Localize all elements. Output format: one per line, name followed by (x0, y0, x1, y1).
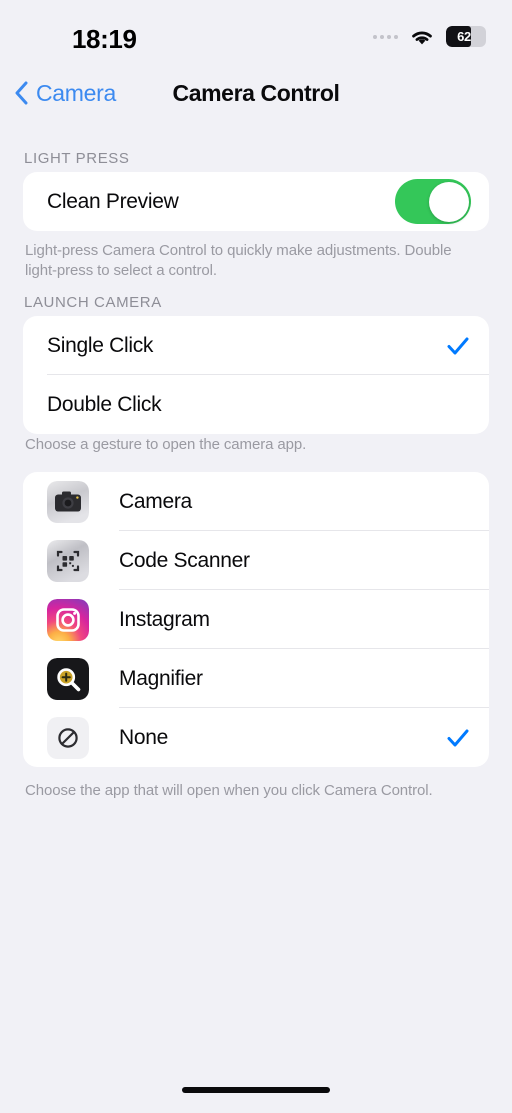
light-press-footnote: Light-press Camera Control to quickly ma… (25, 242, 452, 280)
none-prohibition-icon (47, 716, 89, 759)
code-scanner-app-label: Code Scanner (119, 548, 250, 572)
page-title: Camera Control (172, 79, 340, 106)
row-app-code-scanner[interactable]: Code Scanner (23, 531, 489, 590)
wifi-icon (409, 27, 435, 47)
camera-control-settings-screen: 18:19 62 Camera Camera Control LIGHT PRE… (0, 0, 512, 1113)
instagram-app-icon (47, 598, 89, 641)
camera-app-label: Camera (119, 489, 192, 513)
row-single-click[interactable]: Single Click (23, 316, 489, 375)
clean-preview-toggle[interactable] (395, 179, 471, 224)
row-app-none[interactable]: None (23, 708, 489, 767)
section-header-launch-camera: LAUNCH CAMERA (24, 294, 162, 311)
clean-preview-label: Clean Preview (47, 189, 179, 213)
battery-percent-label: 62 (457, 29, 471, 44)
magnifier-app-label: Magnifier (119, 666, 203, 690)
none-app-label: None (119, 725, 169, 749)
app-list-footnote: Choose the app that will open when you c… (25, 782, 433, 799)
checkmark-icon (445, 333, 471, 359)
camera-app-icon (47, 480, 89, 523)
battery-indicator: 62 (446, 26, 486, 47)
launch-camera-footnote: Choose a gesture to open the camera app. (25, 436, 307, 453)
home-indicator[interactable] (182, 1087, 330, 1093)
light-press-card: Clean Preview (23, 172, 489, 231)
magnifier-app-icon (47, 657, 89, 700)
row-app-magnifier[interactable]: Magnifier (23, 649, 489, 708)
launch-camera-card: Single Click Double Click (23, 316, 489, 434)
row-app-instagram[interactable]: Instagram (23, 590, 489, 649)
double-click-label: Double Click (47, 392, 162, 416)
navigation-bar: Camera Camera Control (0, 72, 512, 114)
checkmark-icon (445, 725, 471, 751)
status-bar-clock: 18:19 (72, 24, 137, 54)
signal-dots-icon (373, 34, 398, 39)
section-light-press: Clean Preview (0, 172, 512, 231)
row-clean-preview[interactable]: Clean Preview (23, 172, 489, 231)
row-app-camera[interactable]: Camera (23, 472, 489, 531)
single-click-label: Single Click (47, 333, 154, 357)
code-scanner-app-icon (47, 539, 89, 582)
section-launch-camera: Single Click Double Click (0, 316, 512, 434)
section-app-list: Camera Code Scanner Instagram Magnifier … (0, 472, 512, 767)
app-list-card: Camera Code Scanner Instagram Magnifier … (23, 472, 489, 767)
section-header-light-press: LIGHT PRESS (24, 150, 130, 167)
toggle-knob (428, 181, 469, 222)
status-bar: 18:19 62 (0, 0, 512, 66)
instagram-app-label: Instagram (119, 607, 210, 631)
status-bar-indicators: 62 (373, 26, 486, 47)
